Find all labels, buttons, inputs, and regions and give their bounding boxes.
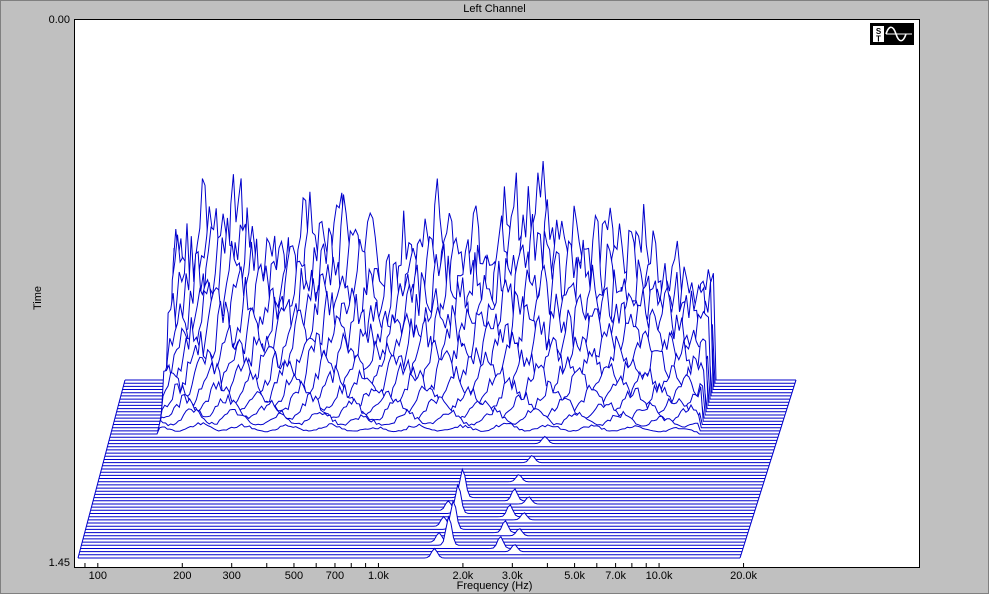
x-axis-label: Frequency (Hz) xyxy=(456,580,533,592)
waterfall-chart: 100 200 300 500 700 1.0k 2.0k 3.0k 5.0k 7.0k 10.0k… xyxy=(77,160,797,582)
svg-text:T: T xyxy=(876,35,881,44)
st-logo-icon: S T xyxy=(870,23,914,45)
